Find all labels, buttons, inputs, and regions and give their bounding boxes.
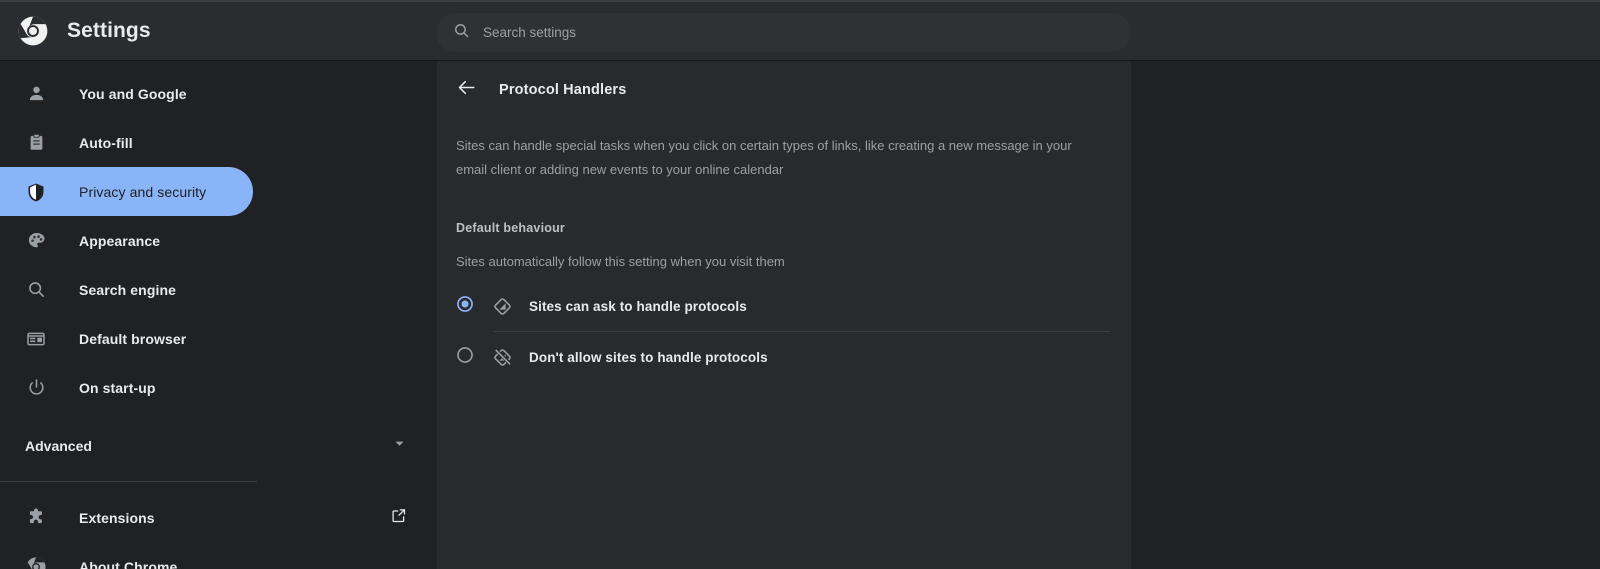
protocol-handler-off-icon: [492, 347, 512, 367]
sidebar-item-label: Default browser: [79, 330, 187, 347]
search-box[interactable]: [436, 13, 1131, 52]
sidebar-divider: [0, 481, 257, 482]
person-icon: [25, 83, 47, 105]
radio-option-label: Sites can ask to handle protocols: [529, 298, 747, 314]
sidebar-item-default-browser[interactable]: Default browser: [0, 314, 437, 363]
radio-option-dont-allow[interactable]: Don't allow sites to handle protocols: [437, 332, 1131, 382]
section-heading: Default behaviour: [456, 221, 565, 235]
sidebar-item-privacy-and-security[interactable]: Privacy and security: [0, 167, 253, 216]
brand-area: Settings: [0, 16, 420, 46]
sidebar-item-label: Search engine: [79, 281, 177, 298]
content-card: Protocol Handlers Sites can handle speci…: [437, 61, 1131, 569]
sidebar-item-about-chrome[interactable]: About Chrome: [0, 542, 437, 569]
radio-option-label: Don't allow sites to handle protocols: [529, 349, 768, 365]
sidebar-item-label: About Chrome: [79, 558, 178, 569]
sidebar-nav-list: You and Google Auto-fill Privacy and sec…: [0, 61, 437, 412]
default-behaviour-radio-group: Sites can ask to handle protocols Don't …: [437, 281, 1131, 382]
protocol-handler-icon: [492, 296, 512, 316]
sidebar-item-on-start-up[interactable]: On start-up: [0, 363, 437, 412]
browser-window-icon: [25, 328, 47, 350]
sidebar-item-extensions[interactable]: Extensions: [0, 493, 437, 542]
sidebar-item-search-engine[interactable]: Search engine: [0, 265, 437, 314]
sidebar-item-label: On start-up: [79, 379, 156, 396]
settings-page: Settings You and Google: [0, 0, 1600, 569]
back-arrow-icon[interactable]: [456, 77, 477, 103]
power-icon: [25, 377, 47, 399]
chrome-logo-icon: [18, 16, 48, 46]
intro-description: Sites can handle special tasks when you …: [456, 138, 1072, 177]
puzzle-piece-icon: [25, 507, 47, 529]
palette-icon: [25, 230, 47, 252]
radio-button-unselected[interactable]: [456, 346, 474, 369]
content-header: Protocol Handlers: [437, 61, 1131, 119]
sidebar-item-label: Auto-fill: [79, 134, 133, 151]
search-icon: [25, 279, 47, 301]
content-title: Protocol Handlers: [499, 82, 627, 98]
sidebar-item-auto-fill[interactable]: Auto-fill: [0, 118, 437, 167]
top-header-bar: Settings: [0, 0, 1600, 61]
sidebar-item-you-and-google[interactable]: You and Google: [0, 69, 437, 118]
external-link-icon[interactable]: [390, 507, 407, 529]
sidebar-item-label: Appearance: [79, 232, 161, 249]
search-input[interactable]: [483, 22, 1114, 43]
page-title: Settings: [67, 19, 151, 42]
sidebar: You and Google Auto-fill Privacy and sec…: [0, 61, 437, 569]
radio-option-sites-can-ask[interactable]: Sites can ask to handle protocols: [437, 281, 1131, 331]
shield-icon: [25, 181, 47, 203]
sidebar-item-label: You and Google: [79, 85, 187, 102]
sidebar-item-label: Privacy and security: [79, 183, 207, 200]
chrome-logo-icon: [25, 556, 47, 569]
sidebar-advanced-label: Advanced: [25, 437, 92, 454]
radio-button-selected[interactable]: [456, 295, 474, 318]
clipboard-icon: [25, 132, 47, 154]
sidebar-item-appearance[interactable]: Appearance: [0, 216, 437, 265]
sidebar-advanced-toggle[interactable]: Advanced: [0, 421, 437, 470]
section-subtitle: Sites automatically follow this setting …: [456, 254, 785, 269]
chevron-down-icon: [392, 436, 407, 456]
search-icon: [453, 22, 470, 44]
sidebar-item-label: Extensions: [79, 509, 155, 526]
